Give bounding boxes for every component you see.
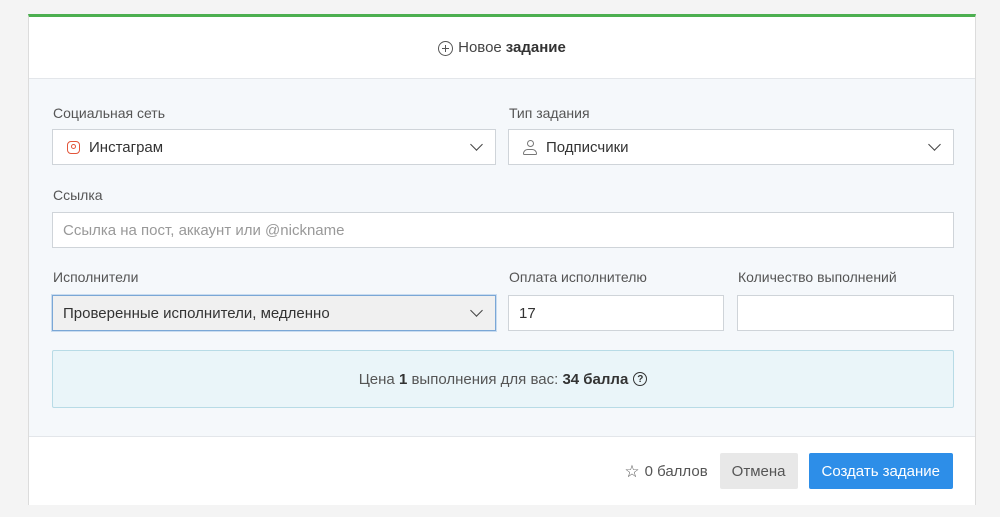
price-count: 1 — [398, 370, 408, 388]
count-label: Количество выполнений — [738, 269, 897, 285]
social-network-value: Инстаграм — [89, 138, 164, 156]
question-circle-icon[interactable]: ? — [633, 372, 648, 386]
performers-select[interactable]: Проверенные исполнители, медленно — [52, 295, 496, 331]
price-middle: выполнения для вас: — [407, 370, 563, 388]
social-network-label: Социальная сеть — [53, 105, 165, 121]
task-type-select[interactable]: Подписчики — [508, 129, 954, 165]
price-info-box: Цена 1 выполнения для вас: 34 балла ? — [52, 350, 954, 408]
performers-value: Проверенные исполнители, медленно — [63, 304, 330, 322]
user-icon — [523, 139, 537, 155]
chevron-down-icon — [470, 138, 483, 151]
chevron-down-icon — [928, 138, 941, 151]
plus-circle-icon — [438, 41, 454, 56]
balance: ☆ 0 баллов — [624, 463, 707, 480]
price-prefix: Цена — [358, 370, 399, 388]
payment-input[interactable]: 17 — [508, 295, 724, 331]
modal-title-bold: задание — [505, 39, 566, 56]
link-label: Ссылка — [53, 187, 103, 203]
modal-footer: ☆ 0 баллов Отмена Создать задание — [29, 437, 975, 505]
payment-value: 17 — [519, 304, 536, 322]
cancel-button[interactable]: Отмена — [719, 453, 798, 489]
price-amount: 34 балла — [562, 370, 629, 388]
task-type-value: Подписчики — [546, 138, 629, 156]
count-input[interactable] — [737, 295, 954, 331]
modal-title-plain: Новое — [458, 39, 502, 56]
create-task-button[interactable]: Создать задание — [808, 453, 953, 489]
instagram-icon — [67, 140, 80, 154]
balance-value: 0 баллов — [644, 462, 708, 480]
social-network-select[interactable]: Инстаграм — [52, 129, 496, 165]
star-icon: ☆ — [624, 461, 640, 481]
modal-body: Социальная сеть Инстаграм Тип задания По… — [29, 79, 975, 437]
link-input-placeholder: Ссылка на пост, аккаунт или @nickname — [63, 221, 345, 239]
link-input[interactable]: Ссылка на пост, аккаунт или @nickname — [52, 212, 954, 248]
new-task-modal: Новое задание Социальная сеть Инстаграм … — [28, 14, 976, 505]
payment-label: Оплата исполнителю — [509, 269, 647, 285]
modal-header: Новое задание — [29, 17, 975, 79]
chevron-down-icon — [470, 304, 483, 317]
performers-label: Исполнители — [53, 269, 139, 285]
task-type-label: Тип задания — [509, 105, 590, 121]
